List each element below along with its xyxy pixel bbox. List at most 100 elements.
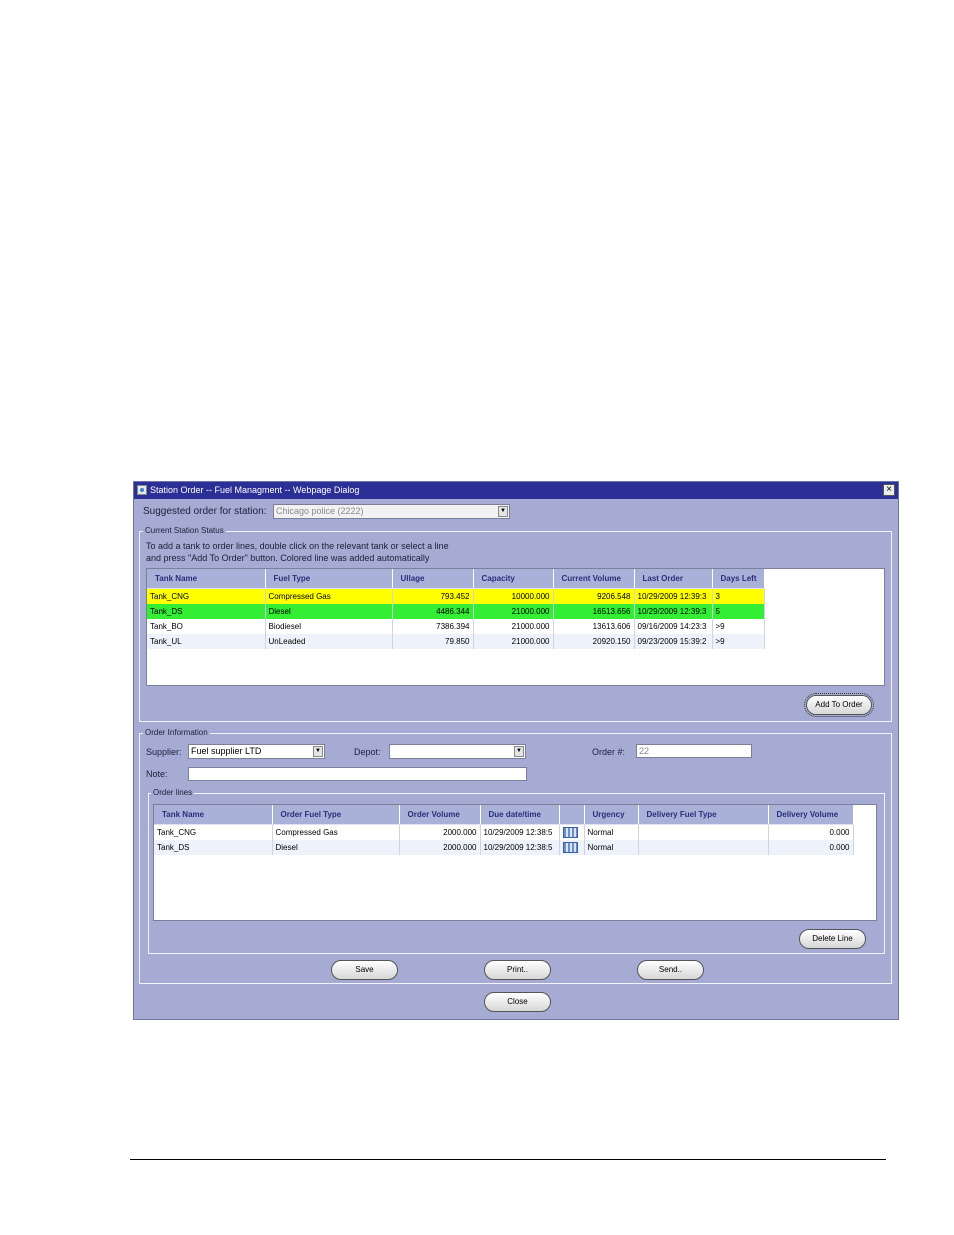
col-fuel-type[interactable]: Fuel Type bbox=[265, 569, 393, 589]
cell-days: 3 bbox=[712, 588, 765, 604]
cell-fuel: Diesel bbox=[272, 840, 400, 855]
station-status-grid: Tank Name Fuel Type Ullage Capacity Curr… bbox=[146, 568, 885, 686]
cell-ullage: 4486.344 bbox=[392, 604, 474, 619]
col-days-left[interactable]: Days Left bbox=[712, 569, 765, 589]
order-lines-grid: Tank Name Order Fuel Type Order Volume D… bbox=[153, 804, 877, 921]
col-last-order[interactable]: Last Order bbox=[634, 569, 713, 589]
col-tank-name[interactable]: Tank Name bbox=[154, 805, 273, 825]
note-field[interactable] bbox=[188, 767, 527, 781]
title-bar: Station Order -- Fuel Managment -- Webpa… bbox=[134, 482, 898, 499]
cell-tank: Tank_CNG bbox=[154, 824, 273, 840]
status-row-tank-ul[interactable]: Tank_UL UnLeaded 79.850 21000.000 20920.… bbox=[147, 634, 765, 649]
cell-delivery-fuel bbox=[638, 840, 769, 855]
supplier-select[interactable]: Fuel supplier LTD ▼ bbox=[188, 744, 325, 759]
col-calendar bbox=[559, 805, 585, 825]
cell-delivery-volume: 0.000 bbox=[768, 840, 854, 855]
order-line-tank-cng[interactable]: Tank_CNG Compressed Gas 2000.000 10/29/2… bbox=[154, 824, 854, 840]
station-select-value: Chicago police (2222) bbox=[276, 506, 364, 516]
instruction-line-2: and press "Add To Order" button. Colored… bbox=[146, 553, 430, 563]
status-row-tank-bo[interactable]: Tank_BO Biodiesel 7386.394 21000.000 136… bbox=[147, 619, 765, 634]
cell-ullage: 7386.394 bbox=[392, 619, 474, 634]
cell-urgency[interactable]: Normal bbox=[584, 840, 639, 855]
ie-icon bbox=[137, 485, 147, 495]
supplier-label: Supplier: bbox=[146, 747, 182, 757]
cell-capacity: 21000.000 bbox=[473, 604, 554, 619]
order-lines-header-row: Tank Name Order Fuel Type Order Volume D… bbox=[154, 805, 854, 825]
order-lines-legend: Order lines bbox=[151, 788, 195, 797]
status-header-row: Tank Name Fuel Type Ullage Capacity Curr… bbox=[147, 569, 765, 589]
order-information-legend: Order Information bbox=[143, 728, 210, 737]
order-number-field[interactable]: 22 bbox=[636, 744, 752, 758]
cell-capacity: 21000.000 bbox=[473, 634, 554, 649]
cell-ullage: 79.850 bbox=[392, 634, 474, 649]
status-row-tank-ds[interactable]: Tank_DS Diesel 4486.344 21000.000 16513.… bbox=[147, 604, 765, 619]
calendar-icon[interactable] bbox=[562, 842, 578, 853]
cell-delivery-fuel bbox=[638, 824, 769, 840]
cell-fuel: Compressed Gas bbox=[265, 588, 393, 604]
station-order-dialog: Station Order -- Fuel Managment -- Webpa… bbox=[133, 481, 899, 1020]
cell-current: 9206.548 bbox=[553, 588, 635, 604]
current-station-status-legend: Current Station Status bbox=[143, 526, 226, 535]
cell-volume[interactable]: 2000.000 bbox=[399, 824, 481, 840]
col-order-volume[interactable]: Order Volume bbox=[399, 805, 481, 825]
save-button[interactable]: Save bbox=[331, 960, 398, 980]
print-button[interactable]: Print.. bbox=[484, 960, 551, 980]
station-select[interactable]: Chicago police (2222) ▼ bbox=[273, 504, 510, 519]
cell-days: 5 bbox=[712, 604, 765, 619]
cell-tank: Tank_UL bbox=[147, 634, 266, 649]
add-to-order-button[interactable]: Add To Order bbox=[804, 693, 874, 717]
cell-last-order: 09/23/2009 15:39:2 bbox=[634, 634, 713, 649]
cell-last-order: 10/29/2009 12:39:3 bbox=[634, 604, 713, 619]
col-delivery-fuel-type[interactable]: Delivery Fuel Type bbox=[638, 805, 769, 825]
cell-ullage: 793.452 bbox=[392, 588, 474, 604]
chevron-down-icon[interactable]: ▼ bbox=[498, 506, 508, 517]
depot-select[interactable]: ▼ bbox=[389, 744, 526, 759]
note-label: Note: bbox=[146, 769, 168, 779]
col-current-volume[interactable]: Current Volume bbox=[553, 569, 635, 589]
cell-current: 16513.656 bbox=[553, 604, 635, 619]
order-line-tank-ds[interactable]: Tank_DS Diesel 2000.000 10/29/2009 12:38… bbox=[154, 840, 854, 855]
status-row-tank-cng[interactable]: Tank_CNG Compressed Gas 793.452 10000.00… bbox=[147, 588, 765, 604]
cell-calendar bbox=[559, 840, 585, 855]
cell-last-order: 09/16/2009 14:23:3 bbox=[634, 619, 713, 634]
cell-volume[interactable]: 2000.000 bbox=[399, 840, 481, 855]
col-due-date[interactable]: Due date/time bbox=[480, 805, 560, 825]
cell-tank: Tank_CNG bbox=[147, 588, 266, 604]
order-number-label: Order #: bbox=[592, 747, 626, 757]
delete-line-button[interactable]: Delete Line bbox=[799, 929, 866, 949]
cell-days: >9 bbox=[712, 634, 765, 649]
col-delivery-volume[interactable]: Delivery Volume bbox=[768, 805, 854, 825]
cell-capacity: 10000.000 bbox=[473, 588, 554, 604]
instruction-line-1: To add a tank to order lines, double cli… bbox=[146, 541, 449, 551]
cell-current: 20920.150 bbox=[553, 634, 635, 649]
order-lines-table: Tank Name Order Fuel Type Order Volume D… bbox=[154, 805, 854, 855]
cell-delivery-volume: 0.000 bbox=[768, 824, 854, 840]
cell-tank: Tank_DS bbox=[147, 604, 266, 619]
col-ullage[interactable]: Ullage bbox=[392, 569, 474, 589]
cell-tank: Tank_DS bbox=[154, 840, 273, 855]
cell-current: 13613.606 bbox=[553, 619, 635, 634]
chevron-down-icon[interactable]: ▼ bbox=[514, 746, 524, 757]
cell-urgency[interactable]: Normal bbox=[584, 824, 639, 840]
cell-fuel: UnLeaded bbox=[265, 634, 393, 649]
page-footer-rule bbox=[130, 1159, 886, 1160]
col-tank-name[interactable]: Tank Name bbox=[147, 569, 266, 589]
cell-due[interactable]: 10/29/2009 12:38:5 bbox=[480, 840, 560, 855]
cell-tank: Tank_BO bbox=[147, 619, 266, 634]
cell-due[interactable]: 10/29/2009 12:38:5 bbox=[480, 824, 560, 840]
cell-calendar bbox=[559, 824, 585, 840]
close-window-icon[interactable]: × bbox=[883, 484, 895, 496]
station-label: Suggested order for station: bbox=[143, 506, 267, 517]
window-title: Station Order -- Fuel Managment -- Webpa… bbox=[150, 485, 360, 495]
close-button[interactable]: Close bbox=[484, 992, 551, 1012]
send-button[interactable]: Send.. bbox=[637, 960, 704, 980]
cell-last-order: 10/29/2009 12:39:3 bbox=[634, 588, 713, 604]
col-capacity[interactable]: Capacity bbox=[473, 569, 554, 589]
cell-capacity: 21000.000 bbox=[473, 619, 554, 634]
supplier-select-value: Fuel supplier LTD bbox=[191, 746, 262, 756]
calendar-icon[interactable] bbox=[562, 827, 578, 838]
cell-fuel: Diesel bbox=[265, 604, 393, 619]
chevron-down-icon[interactable]: ▼ bbox=[313, 746, 323, 757]
col-order-fuel-type[interactable]: Order Fuel Type bbox=[272, 805, 400, 825]
col-urgency[interactable]: Urgency bbox=[584, 805, 639, 825]
